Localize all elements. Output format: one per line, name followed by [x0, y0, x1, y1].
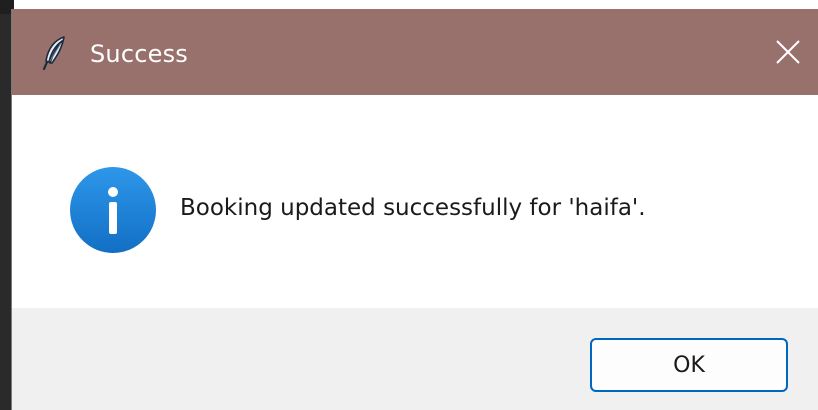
feather-icon	[40, 35, 70, 71]
dialog-footer: OK	[12, 308, 818, 410]
close-icon	[776, 40, 800, 64]
info-icon	[68, 165, 158, 255]
title-bar[interactable]: Success	[12, 9, 818, 95]
ok-button[interactable]: OK	[590, 338, 788, 392]
dialog-title: Success	[90, 40, 189, 68]
close-button[interactable]	[754, 9, 818, 95]
background-window-edge	[0, 14, 12, 410]
message-dialog: Success Booking updated successfully for…	[12, 9, 818, 410]
dialog-message: Booking updated successfully for 'haifa'…	[180, 195, 646, 221]
dialog-body: Booking updated successfully for 'haifa'…	[12, 95, 818, 308]
screen: Success Booking updated successfully for…	[0, 0, 818, 410]
